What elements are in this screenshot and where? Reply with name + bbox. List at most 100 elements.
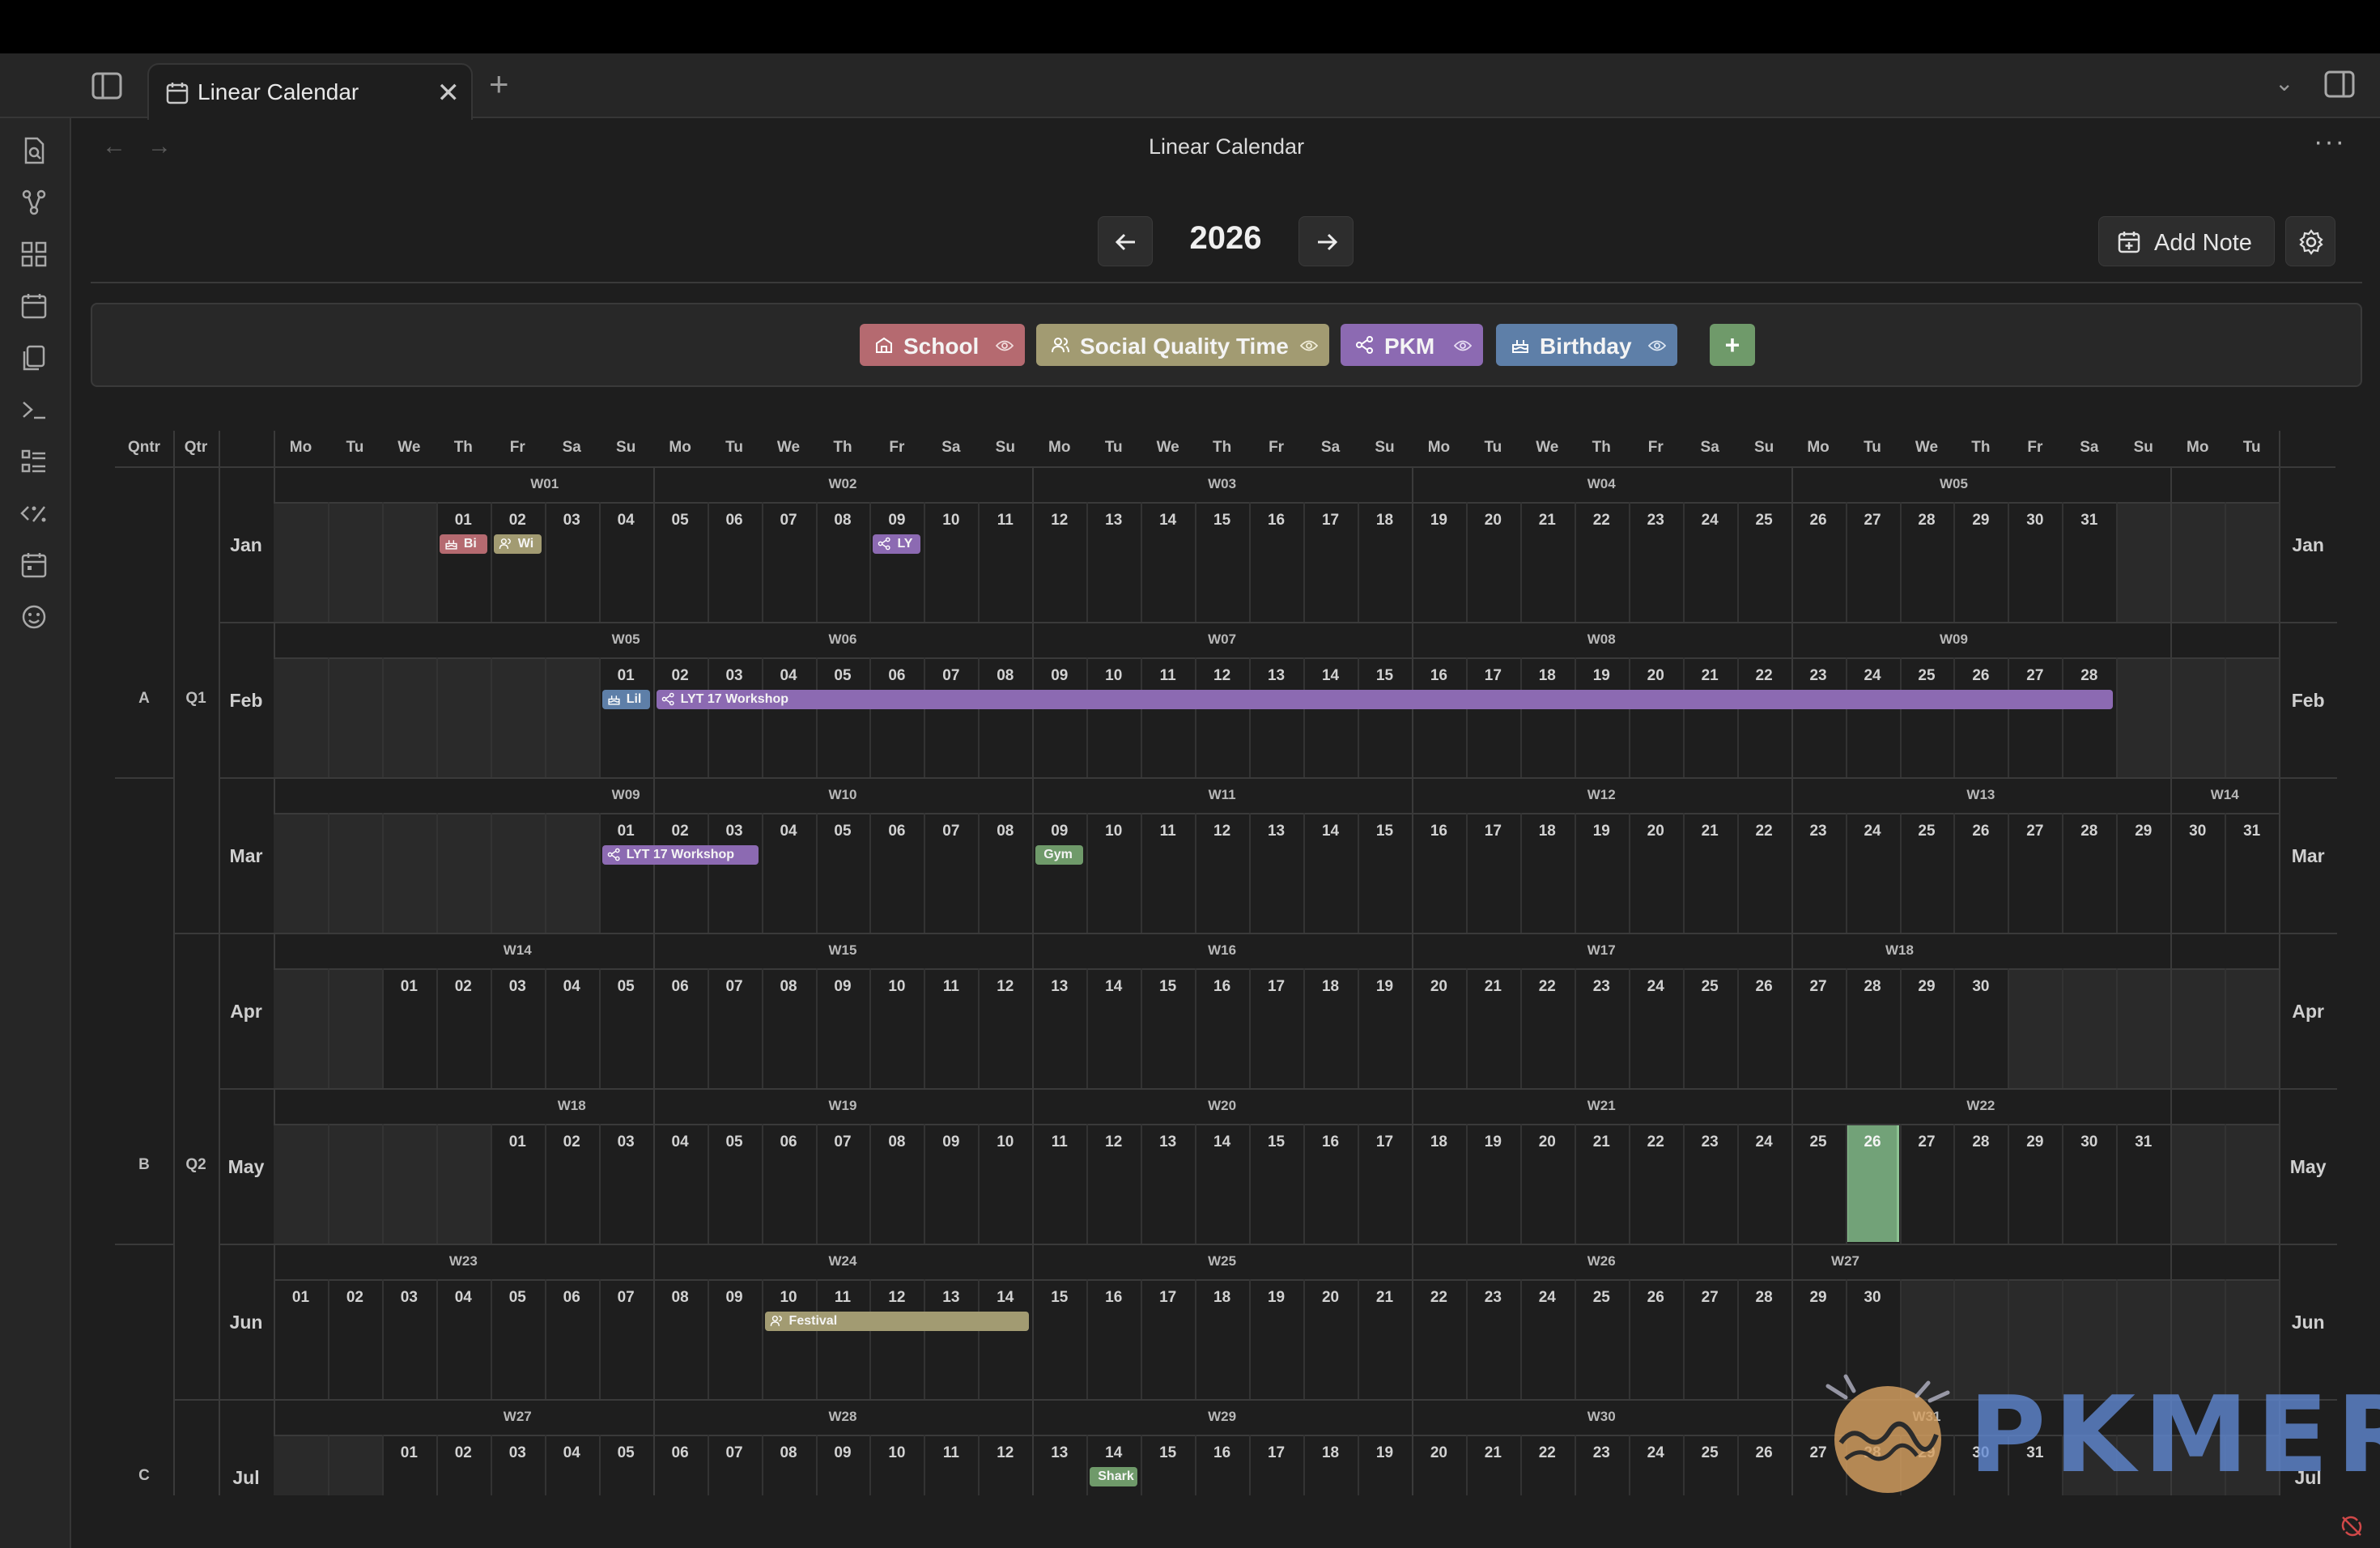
command-palette-icon[interactable] xyxy=(19,395,49,424)
sidebar-toggle-icon[interactable] xyxy=(91,71,123,100)
date-cell[interactable]: 23 xyxy=(1791,823,1846,840)
date-cell[interactable]: 08 xyxy=(978,667,1032,685)
today-date[interactable]: 26 xyxy=(1846,1133,1900,1151)
date-cell[interactable]: 31 xyxy=(2062,512,2116,529)
date-cell[interactable]: 20 xyxy=(1520,1133,1575,1151)
date-cell[interactable]: 29 xyxy=(2116,823,2170,840)
date-cell[interactable]: 17 xyxy=(1358,1133,1412,1151)
date-cell[interactable]: 25 xyxy=(1791,1133,1846,1151)
date-cell[interactable]: 11 xyxy=(1141,667,1195,685)
date-cell[interactable]: 13 xyxy=(1086,512,1141,529)
date-cell[interactable]: 25 xyxy=(1900,823,1954,840)
date-cell[interactable]: 02 xyxy=(491,512,545,529)
date-cell[interactable]: 04 xyxy=(545,1444,599,1462)
date-cell[interactable]: 29 xyxy=(1791,1289,1846,1307)
date-cell[interactable]: 06 xyxy=(545,1289,599,1307)
date-cell[interactable]: 02 xyxy=(653,667,708,685)
date-cell[interactable]: 28 xyxy=(1900,512,1954,529)
date-cell[interactable]: 24 xyxy=(1629,1444,1683,1462)
date-cell[interactable]: 29 xyxy=(1900,978,1954,996)
date-cell[interactable]: 10 xyxy=(869,978,924,996)
date-cell[interactable]: 03 xyxy=(708,823,762,840)
date-cell[interactable]: 26 xyxy=(1737,1444,1791,1462)
date-cell[interactable]: 31 xyxy=(2116,1133,2170,1151)
date-cell[interactable]: 25 xyxy=(1683,1444,1737,1462)
date-cell[interactable]: 03 xyxy=(599,1133,653,1151)
date-cell[interactable]: 28 xyxy=(1846,978,1900,996)
date-cell[interactable]: 17 xyxy=(1249,1444,1303,1462)
date-cell[interactable]: 28 xyxy=(2062,667,2116,685)
date-cell[interactable]: 22 xyxy=(1412,1289,1466,1307)
date-cell[interactable]: 09 xyxy=(1032,667,1086,685)
date-cell[interactable]: 27 xyxy=(1900,1133,1954,1151)
date-cell[interactable]: 05 xyxy=(708,1133,762,1151)
date-cell[interactable]: 24 xyxy=(1846,667,1900,685)
date-cell[interactable]: 19 xyxy=(1575,823,1629,840)
date-cell[interactable]: 22 xyxy=(1737,823,1791,840)
date-cell[interactable]: 13 xyxy=(1249,823,1303,840)
date-cell[interactable]: 21 xyxy=(1358,1289,1412,1307)
date-cell[interactable]: 10 xyxy=(1086,667,1141,685)
date-cell[interactable]: 06 xyxy=(762,1133,816,1151)
date-cell[interactable]: 26 xyxy=(1791,512,1846,529)
date-cell[interactable]: 04 xyxy=(545,978,599,996)
date-cell[interactable]: 23 xyxy=(1466,1289,1520,1307)
date-cell[interactable]: 23 xyxy=(1575,978,1629,996)
date-cell[interactable]: 12 xyxy=(1032,512,1086,529)
tab-linear-calendar[interactable]: Linear Calendar ✕ xyxy=(147,63,473,120)
date-cell[interactable]: 28 xyxy=(2062,823,2116,840)
date-cell[interactable]: 07 xyxy=(924,667,978,685)
date-cell[interactable]: 28 xyxy=(1953,1133,2008,1151)
date-cell[interactable]: 20 xyxy=(1466,512,1520,529)
date-cell[interactable]: 07 xyxy=(762,512,816,529)
date-cell[interactable]: 06 xyxy=(653,978,708,996)
date-cell[interactable]: 12 xyxy=(1086,1133,1141,1151)
date-cell[interactable]: 01 xyxy=(491,1133,545,1151)
date-cell[interactable]: 20 xyxy=(1629,667,1683,685)
date-cell[interactable]: 02 xyxy=(328,1289,382,1307)
date-cell[interactable]: 30 xyxy=(1846,1289,1900,1307)
date-cell[interactable]: 27 xyxy=(1683,1289,1737,1307)
date-cell[interactable]: 23 xyxy=(1575,1444,1629,1462)
date-cell[interactable]: 05 xyxy=(653,512,708,529)
date-cell[interactable]: 19 xyxy=(1575,667,1629,685)
date-cell[interactable]: 01 xyxy=(436,512,491,529)
date-cell[interactable]: 03 xyxy=(545,512,599,529)
date-cell[interactable]: 22 xyxy=(1737,667,1791,685)
date-cell[interactable]: 23 xyxy=(1629,512,1683,529)
date-cell[interactable]: 14 xyxy=(1086,1444,1141,1462)
date-cell[interactable]: 20 xyxy=(1412,978,1466,996)
date-cell[interactable]: 06 xyxy=(708,512,762,529)
date-cell[interactable]: 11 xyxy=(1032,1133,1086,1151)
date-cell[interactable]: 16 xyxy=(1412,823,1466,840)
date-cell[interactable]: 14 xyxy=(1195,1133,1249,1151)
date-cell[interactable]: 30 xyxy=(2062,1133,2116,1151)
date-cell[interactable]: 04 xyxy=(599,512,653,529)
date-cell[interactable]: 30 xyxy=(1953,978,2008,996)
date-cell[interactable]: 31 xyxy=(2225,823,2279,840)
date-cell[interactable]: 15 xyxy=(1249,1133,1303,1151)
event-bar[interactable]: Lil xyxy=(601,690,650,709)
close-icon[interactable]: ✕ xyxy=(437,79,461,107)
date-cell[interactable]: 13 xyxy=(1249,667,1303,685)
date-cell[interactable]: 30 xyxy=(2008,512,2062,529)
date-cell[interactable]: 09 xyxy=(869,512,924,529)
date-cell[interactable]: 17 xyxy=(1141,1289,1195,1307)
date-cell[interactable]: 11 xyxy=(816,1289,870,1307)
date-cell[interactable]: 22 xyxy=(1520,978,1575,996)
emoji-icon[interactable] xyxy=(19,602,49,632)
date-cell[interactable]: 23 xyxy=(1683,1133,1737,1151)
date-cell[interactable]: 24 xyxy=(1846,823,1900,840)
date-cell[interactable]: 19 xyxy=(1358,1444,1412,1462)
date-cell[interactable]: 04 xyxy=(653,1133,708,1151)
date-cell[interactable]: 01 xyxy=(382,978,436,996)
date-cell[interactable]: 15 xyxy=(1141,978,1195,996)
date-cell[interactable]: 16 xyxy=(1195,1444,1249,1462)
date-cell[interactable]: 01 xyxy=(274,1289,328,1307)
date-cell[interactable]: 16 xyxy=(1303,1133,1358,1151)
date-cell[interactable]: 07 xyxy=(924,823,978,840)
date-cell[interactable]: 26 xyxy=(1953,667,2008,685)
date-cell[interactable]: 03 xyxy=(708,667,762,685)
date-cell[interactable]: 21 xyxy=(1466,1444,1520,1462)
date-cell[interactable]: 14 xyxy=(1086,978,1141,996)
